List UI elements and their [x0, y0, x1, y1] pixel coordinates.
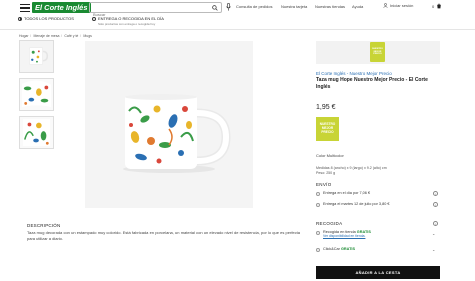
- filter-all-products[interactable]: TODOS LOS PRODUCTOS: [18, 16, 74, 21]
- brand-link[interactable]: El Corte Inglés - Nuestro Mejor Precio: [316, 71, 392, 76]
- thumbnail-1[interactable]: [19, 40, 54, 73]
- cart-count: 0: [432, 3, 435, 9]
- search-box[interactable]: [89, 2, 222, 19]
- menu-icon[interactable]: [20, 4, 30, 12]
- product-measures: Medidas 8 (ancho) x 9 (largo) x 9.2 (alt…: [316, 166, 387, 175]
- thumbnail-3[interactable]: [19, 116, 54, 149]
- breadcrumb-item[interactable]: Mugs: [83, 34, 92, 38]
- nav-link-help[interactable]: Ayuda: [352, 4, 363, 9]
- mug-closeup-thumbnail-image: [20, 79, 53, 110]
- filter-same-day-label: ENTREGA O RECOGIDA EN EL DÍA: [98, 16, 164, 21]
- filter-same-day[interactable]: ENTREGA O RECOGIDA EN EL DÍA Sólo produc…: [92, 16, 164, 26]
- pickup-option-store[interactable]: Recogida en tienda GRATIS Ver disponibil…: [316, 230, 371, 238]
- pickup-click-free: GRATIS: [340, 247, 356, 252]
- product-title: Taza mug Hope Nuestro Mejor Precio - El …: [316, 77, 428, 90]
- cart-icon: [437, 3, 442, 9]
- divider: [0, 29, 475, 30]
- info-icon[interactable]: i: [433, 191, 438, 196]
- product-color: Color Multicolor: [316, 153, 344, 158]
- info-icon[interactable]: i: [433, 221, 438, 226]
- store-logo[interactable]: El Corte Inglés: [32, 2, 91, 13]
- breadcrumb-item[interactable]: Café y té: [64, 34, 78, 38]
- login-label: Iniciar sesión: [390, 3, 414, 8]
- store-availability-link[interactable]: Ver disponibilidad en tienda.: [323, 234, 371, 238]
- nav-link-stores[interactable]: Nuestras tiendas: [315, 4, 345, 9]
- radio-pickup-store[interactable]: [316, 230, 320, 235]
- product-price: 1,95 €: [316, 104, 336, 111]
- breadcrumb-item[interactable]: Menaje de mesa: [34, 34, 60, 38]
- pickup-option-click-car[interactable]: Click&Car GRATIS: [316, 247, 355, 252]
- nav-link-card[interactable]: Nuestra tarjeta: [281, 4, 307, 9]
- add-to-cart-button[interactable]: AÑADIR A LA CESTA: [316, 266, 440, 279]
- cart-button[interactable]: 0: [432, 3, 442, 9]
- chevron-down-icon[interactable]: ⌄: [432, 247, 435, 252]
- breadcrumb-item[interactable]: Hogar: [19, 34, 29, 38]
- shipping-option-label: Entrega el martes 12 de julio por 3,80 €: [323, 202, 390, 207]
- thumbnail-2[interactable]: [19, 78, 54, 111]
- shipping-title: ENVÍO: [316, 182, 332, 187]
- measures-line: Medidas 8 (ancho) x 9 (largo) x 9.2 (alt…: [316, 166, 387, 170]
- pickup-title: RECOGIDA: [316, 221, 343, 226]
- weight-line: Peso: 250 g: [316, 170, 336, 175]
- best-price-logo: NUESTRO MEJOR PRECIO: [316, 117, 339, 141]
- badge-line: PRECIO: [373, 53, 382, 56]
- nav-link-orders[interactable]: Consulta de pedidos: [236, 4, 272, 9]
- radio-same-day[interactable]: [92, 16, 96, 21]
- mug-detail-thumbnail-image: [20, 117, 53, 148]
- shipping-option-same-day[interactable]: Entrega en el día por 7,06 €: [316, 191, 370, 196]
- description-text: Taza mug decorada con un estampado muy c…: [27, 230, 300, 241]
- description-title: DESCRIPCIÓN: [27, 223, 61, 228]
- radio-pickup-click-car[interactable]: [316, 247, 320, 252]
- best-price-badge: NUESTRO MEJOR PRECIO: [370, 42, 385, 62]
- radio-all-products[interactable]: [18, 16, 22, 21]
- radio-shipping-same-day[interactable]: [316, 191, 320, 196]
- mug-image: [85, 41, 253, 208]
- chevron-down-icon[interactable]: ⌄: [432, 231, 435, 236]
- badge-line: PRECIO: [321, 129, 334, 134]
- login-button[interactable]: Iniciar sesión: [383, 3, 413, 8]
- breadcrumb: Hogar / Menaje de mesa / Café y té / Mugs: [19, 34, 92, 38]
- shipping-option-label: Entrega en el día por 7,06 €: [323, 191, 371, 196]
- radio-shipping-scheduled[interactable]: [316, 202, 320, 207]
- filter-same-day-sub: Sólo productos con entrega o recogida ho…: [98, 21, 156, 26]
- mug-thumbnail-image: [20, 41, 53, 72]
- user-icon: [383, 3, 388, 8]
- filter-all-label: TODOS LOS PRODUCTOS: [24, 16, 74, 21]
- shipping-option-scheduled[interactable]: Entrega el martes 12 de julio por 3,80 €: [316, 202, 390, 207]
- pickup-click-label: Click&Car: [323, 247, 340, 252]
- product-main-image[interactable]: [85, 41, 253, 208]
- info-icon[interactable]: i: [433, 202, 438, 207]
- microphone-icon[interactable]: [226, 3, 231, 11]
- search-icon[interactable]: [212, 4, 218, 11]
